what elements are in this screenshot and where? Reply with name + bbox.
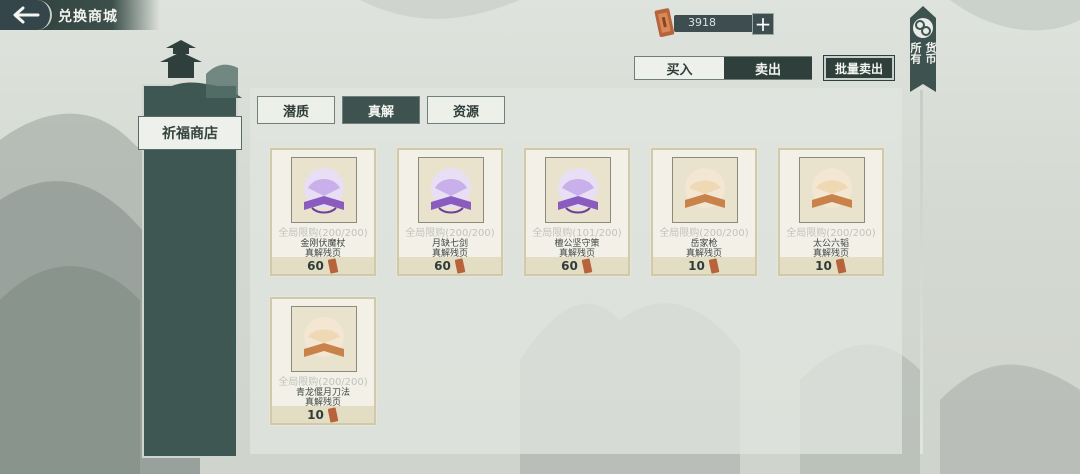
- currency-filter-label-part-1: 所有: [909, 42, 922, 64]
- ticket-icon: [835, 258, 847, 273]
- book-icon: [812, 168, 852, 208]
- item-image: [672, 157, 738, 223]
- category-tab-resources[interactable]: 资源: [427, 96, 505, 124]
- price-row: 10: [780, 257, 882, 274]
- trade-mode-toggle: 买入 卖出: [634, 56, 812, 80]
- book-icon: [304, 317, 344, 357]
- pagoda-icon: [156, 40, 242, 98]
- item-price: 60: [307, 258, 324, 273]
- bulk-sell-button[interactable]: 批量卖出: [823, 55, 895, 81]
- price-row: 60: [526, 257, 628, 274]
- add-currency-button[interactable]: +: [752, 13, 774, 35]
- item-image: [291, 157, 357, 223]
- item-card[interactable]: 全局限购(200/200) 金刚伏魔杖 真解残页 60: [269, 147, 377, 277]
- book-icon: [304, 168, 344, 214]
- ticket-icon: [654, 8, 675, 38]
- price-row: 10: [653, 257, 755, 274]
- currency-filter-label-part-2: 货币: [924, 42, 937, 64]
- item-price: 10: [815, 258, 832, 273]
- item-image: [418, 157, 484, 223]
- item-price: 60: [434, 258, 451, 273]
- item-image: [291, 306, 357, 372]
- sell-tab[interactable]: 卖出: [724, 57, 812, 79]
- item-card[interactable]: 全局限购(200/200) 青龙偃月刀法 真解残页 10: [269, 296, 377, 426]
- ticket-icon: [454, 258, 466, 273]
- item-card[interactable]: 全局限购(200/200) 岳家枪 真解残页 10: [650, 147, 758, 277]
- item-image: [545, 157, 611, 223]
- ticket-icon: [327, 407, 339, 422]
- item-price: 10: [307, 407, 324, 422]
- price-row: 60: [399, 257, 501, 274]
- currency-amount: 3918: [688, 16, 716, 29]
- price-row: 10: [272, 406, 374, 423]
- back-arrow-icon: [13, 6, 40, 24]
- item-image: [799, 157, 865, 223]
- ticket-icon: [327, 258, 339, 273]
- currency-filter-label: 所有 货币: [908, 42, 938, 64]
- book-icon: [558, 168, 598, 214]
- back-button[interactable]: [0, 0, 52, 30]
- banner-pole: [920, 90, 923, 454]
- buy-tab[interactable]: 买入: [635, 57, 724, 79]
- ticket-icon: [708, 258, 720, 273]
- page-title: 兑换商城: [58, 9, 118, 25]
- currency-display: 3918 +: [652, 8, 774, 38]
- item-price: 60: [561, 258, 578, 273]
- item-price: 10: [688, 258, 705, 273]
- item-card[interactable]: 全局限购(101/200) 檀公坚守策 真解残页 60: [523, 147, 631, 277]
- price-row: 60: [272, 257, 374, 274]
- item-card[interactable]: 全局限购(200/200) 太公六韬 真解残页 10: [777, 147, 885, 277]
- book-icon: [431, 168, 471, 214]
- shop-tab-qifu[interactable]: 祈福商店: [138, 116, 242, 150]
- category-tab-potential[interactable]: 潜质: [257, 96, 335, 124]
- ticket-icon: [581, 258, 593, 273]
- book-icon: [685, 168, 725, 208]
- item-card[interactable]: 全局限购(200/200) 月缺七剑 真解残页 60: [396, 147, 504, 277]
- category-tab-true-solution[interactable]: 真解: [342, 96, 420, 124]
